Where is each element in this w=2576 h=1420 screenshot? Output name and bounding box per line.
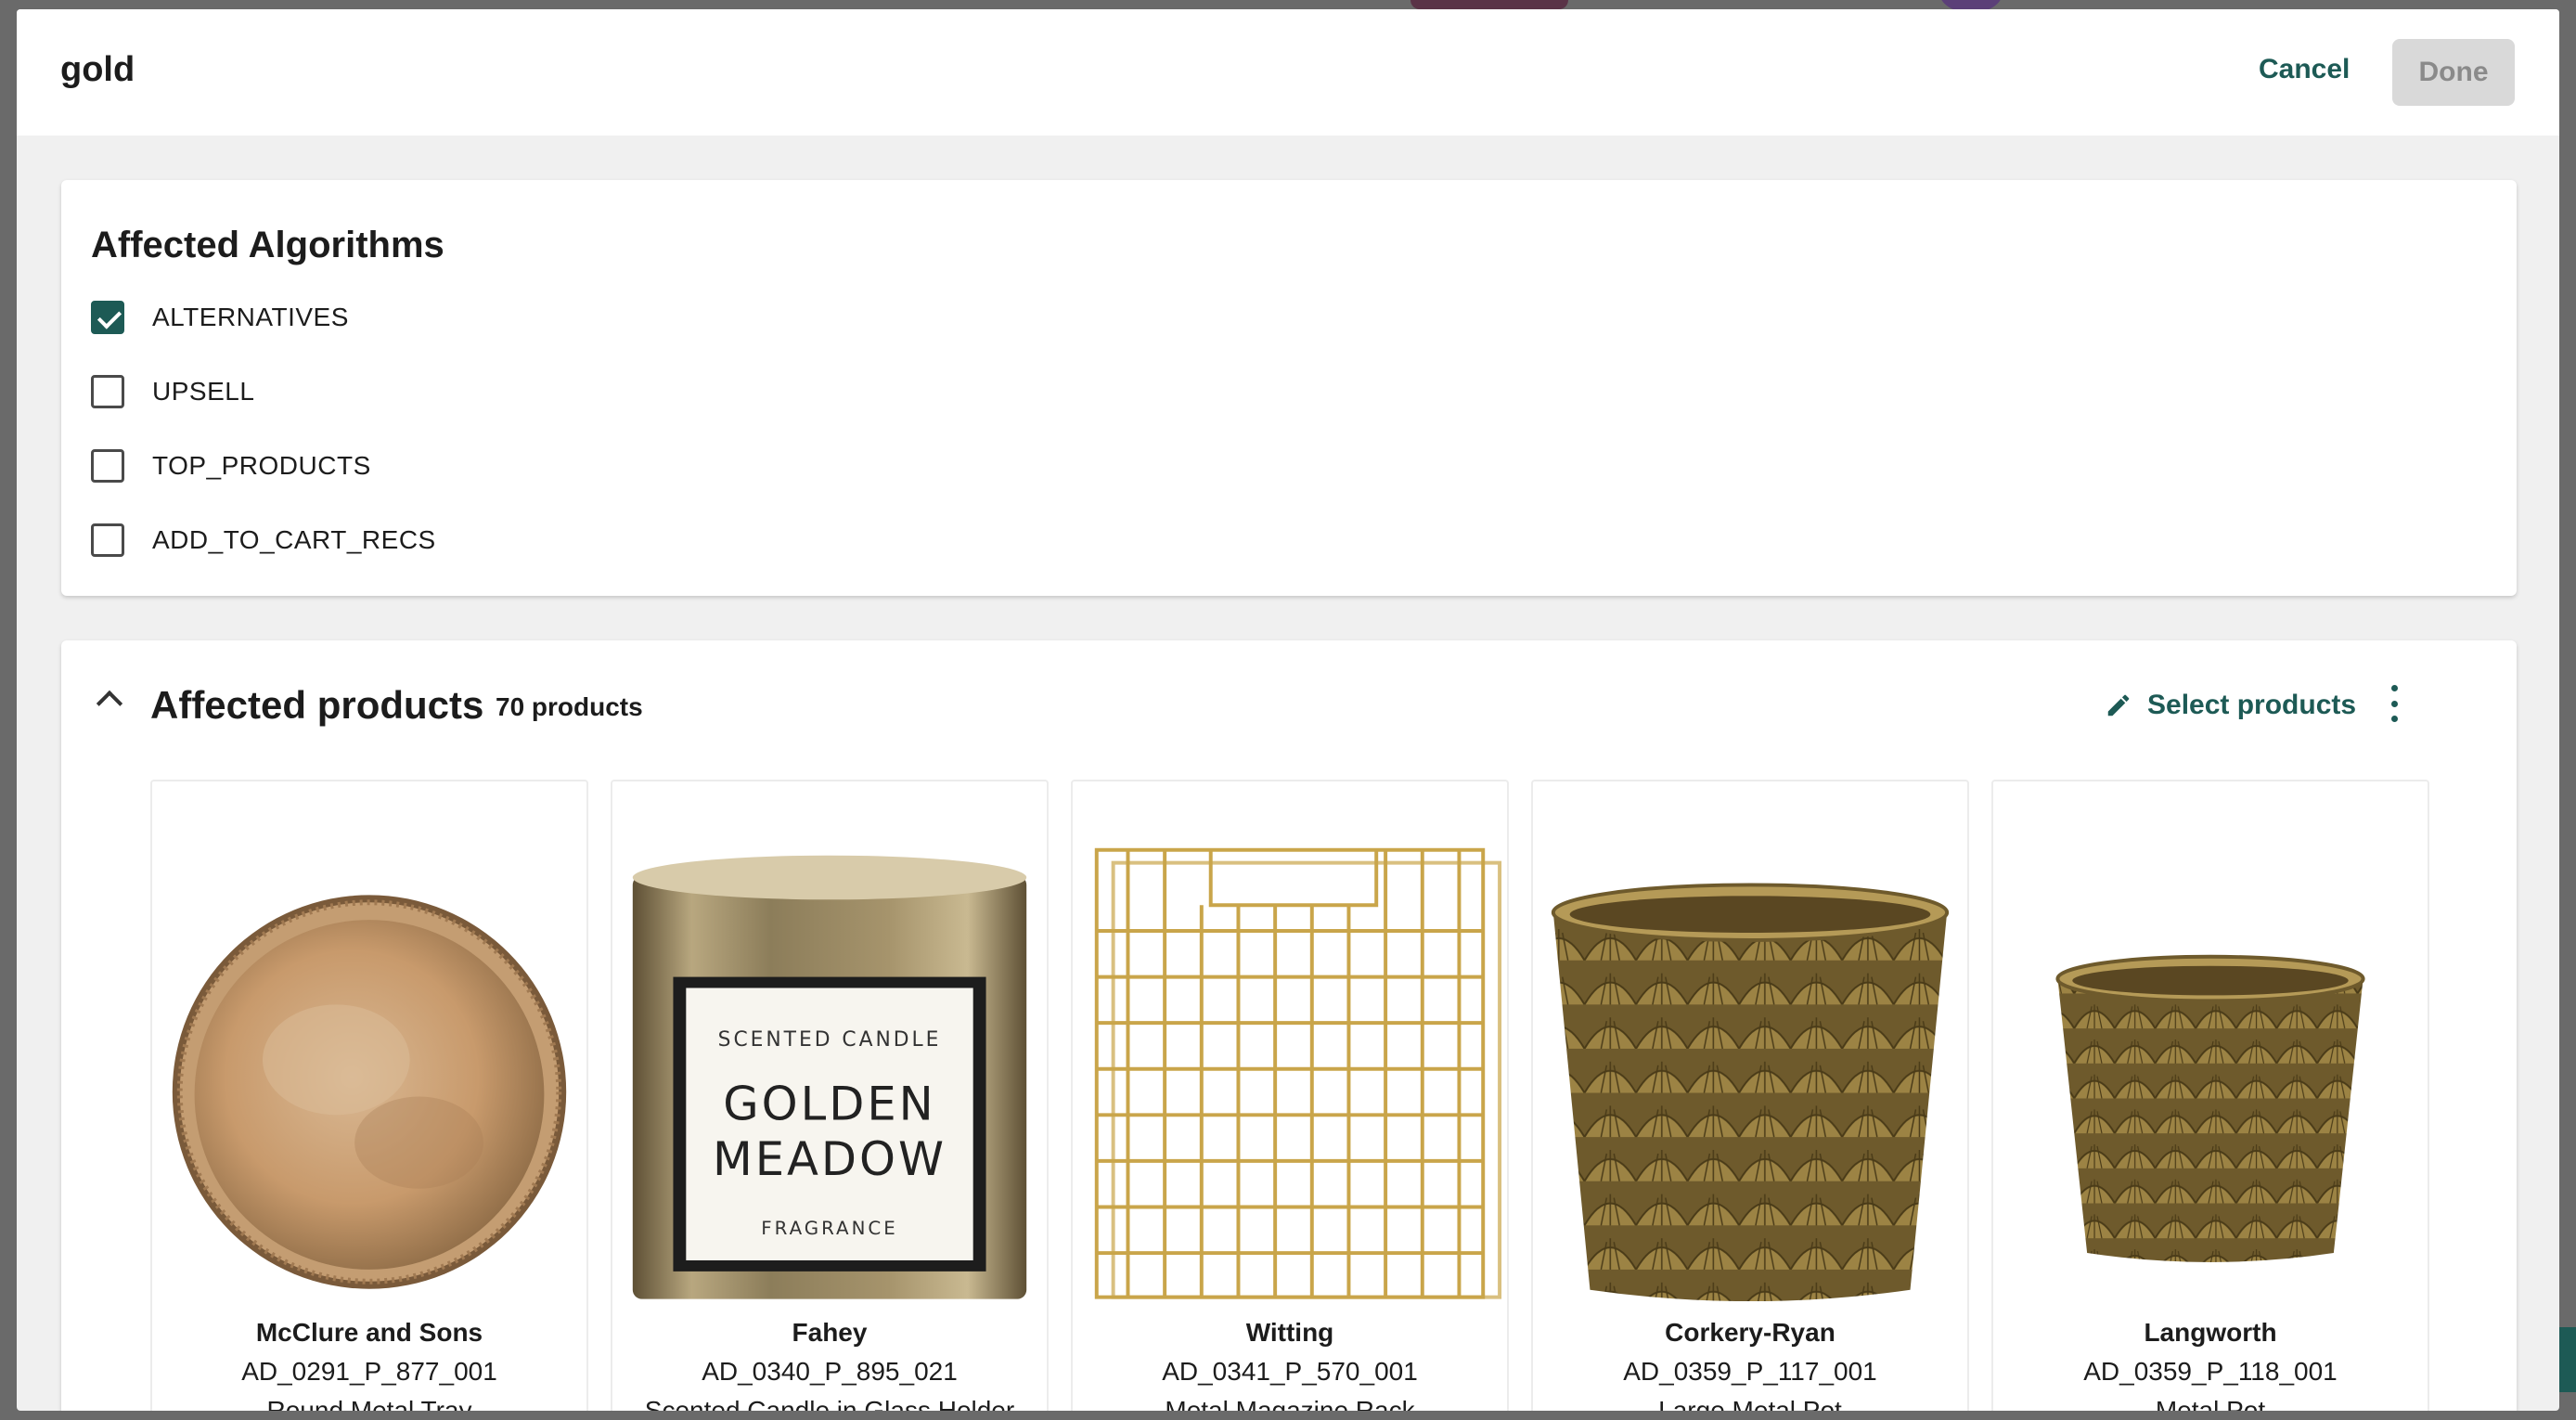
product-name: Metal Magazine Rack	[1165, 1396, 1415, 1411]
algorithm-option-add-to-cart-recs[interactable]: ADD_TO_CART_RECS	[91, 522, 436, 559]
product-name: Metal Pot	[2155, 1396, 2266, 1411]
select-products-button[interactable]: Select products	[2105, 681, 2356, 729]
candle-label-top: SCENTED CANDLE	[718, 1028, 942, 1052]
add-to-cart-recs-checkbox[interactable]	[91, 523, 124, 557]
product-name: Scented Candle in Glass Holder	[644, 1396, 1015, 1411]
products-title: Affected products	[150, 683, 484, 727]
algorithm-option-alternatives[interactable]: ALTERNATIVES	[91, 299, 349, 336]
product-card[interactable]: SCENTED CANDLE GOLDEN MEADOW FRAGRANCE F…	[611, 780, 1049, 1411]
backdrop-badge	[1410, 0, 1568, 9]
algorithm-label: TOP_PRODUCTS	[152, 451, 371, 480]
product-card[interactable]: Witting AD_0341_P_570_001 Metal Magazine…	[1071, 780, 1509, 1411]
magazine-rack-image	[1094, 847, 1502, 1299]
product-card[interactable]: Langworth AD_0359_P_118_001 Metal Pot	[1991, 780, 2429, 1411]
algorithm-label: ADD_TO_CART_RECS	[152, 525, 436, 554]
product-sku: AD_0359_P_117_001	[1623, 1357, 1877, 1386]
affected-algorithms-card: Affected Algorithms ALTERNATIVES UPSELL …	[61, 180, 2517, 596]
product-name: Round Metal Tray	[266, 1396, 472, 1411]
product-vendor: McClure and Sons	[255, 1318, 483, 1347]
large-pot-image	[1551, 883, 1950, 1301]
algorithm-option-upsell[interactable]: UPSELL	[91, 373, 254, 410]
collapse-chevron-icon[interactable]	[96, 690, 123, 717]
algorithm-option-top-products[interactable]: TOP_PRODUCTS	[91, 447, 371, 484]
more-options-icon[interactable]	[2385, 685, 2403, 722]
rule-modal: gold Cancel Done Affected Algorithms ALT…	[17, 9, 2559, 1411]
product-sku: AD_0359_P_118_001	[2083, 1357, 2338, 1386]
product-card[interactable]: Corkery-Ryan AD_0359_P_117_001 Large Met…	[1531, 780, 1969, 1411]
alternatives-checkbox[interactable]	[91, 301, 124, 334]
metal-pot-image	[2055, 954, 2365, 1262]
algorithms-title: Affected Algorithms	[91, 225, 444, 265]
backdrop-side-tab	[2557, 1327, 2576, 1392]
algorithm-label: UPSELL	[152, 377, 255, 406]
candle-label-line1: GOLDEN	[723, 1077, 935, 1130]
product-sku: AD_0340_P_895_021	[702, 1357, 958, 1386]
algorithm-label: ALTERNATIVES	[152, 303, 349, 331]
candle-label-bottom: FRAGRANCE	[761, 1218, 897, 1239]
top-products-checkbox[interactable]	[91, 449, 124, 483]
cancel-button[interactable]: Cancel	[2259, 54, 2350, 85]
candle-label-line2: MEADOW	[713, 1132, 947, 1186]
product-sku: AD_0291_P_877_001	[241, 1357, 497, 1386]
product-card[interactable]: McClure and Sons AD_0291_P_877_001 Round…	[150, 780, 588, 1411]
modal-title: gold	[60, 50, 135, 89]
product-vendor: Witting	[1245, 1318, 1334, 1347]
product-vendor: Corkery-Ryan	[1665, 1318, 1835, 1347]
round-tray-image	[172, 895, 567, 1289]
candle-image: SCENTED CANDLE GOLDEN MEADOW FRAGRANCE	[632, 855, 1027, 1299]
product-vendor: Fahey	[792, 1318, 868, 1347]
upsell-checkbox[interactable]	[91, 375, 124, 408]
product-grid: McClure and Sons AD_0291_P_877_001 Round…	[150, 780, 2429, 1411]
product-name: Large Metal Pot	[1658, 1396, 1842, 1411]
affected-products-card: Affected products 70 products Select pro…	[61, 640, 2517, 1411]
done-button[interactable]: Done	[2392, 39, 2515, 106]
product-sku: AD_0341_P_570_001	[1162, 1357, 1418, 1386]
modal-header: gold Cancel Done	[17, 9, 2559, 136]
pencil-icon	[2107, 694, 2130, 716]
product-vendor: Langworth	[2144, 1318, 2277, 1347]
products-count: 70 products	[496, 692, 643, 721]
select-products-label: Select products	[2147, 690, 2357, 720]
